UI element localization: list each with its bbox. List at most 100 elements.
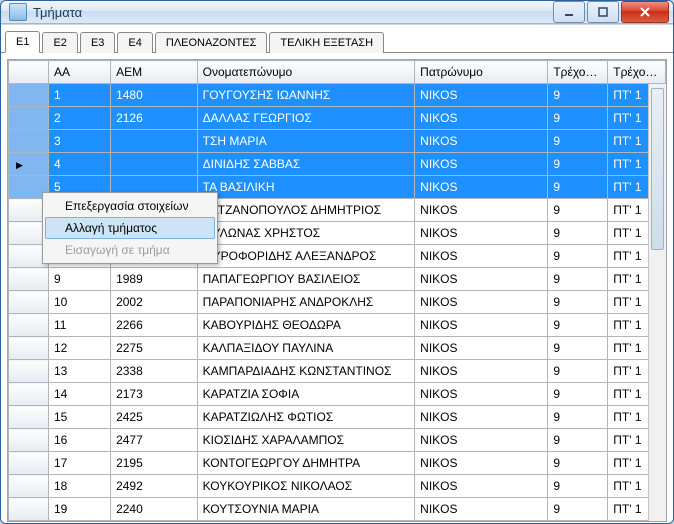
row-header[interactable] <box>9 84 49 107</box>
cell-name[interactable]: ΔΙΝΙΔΗΣ ΣΑΒΒΑΣ <box>197 153 415 176</box>
cell-sem[interactable]: 9 <box>548 498 608 521</box>
cell-patr[interactable]: NIKOS <box>415 475 548 498</box>
tab-Ε4[interactable]: Ε4 <box>117 32 152 53</box>
menu-item[interactable]: Αλλαγή τμήματος <box>45 217 215 239</box>
cell-patr[interactable]: NIKOS <box>415 176 548 199</box>
table-row[interactable]: 172195ΚΟΝΤΟΓΕΩΡΓΟΥ ΔΗΜΗΤΡΑNIKOS9ΠΤ' 1 <box>9 452 666 475</box>
col-semester-label[interactable]: Τρέχον εξάμηνο <box>608 61 666 84</box>
cell-aa[interactable]: 18 <box>48 475 110 498</box>
cell-sem[interactable]: 9 <box>548 360 608 383</box>
cell-name[interactable]: ΚΑΡΑΤΖΙΑ ΣΟΦΙΑ <box>197 383 415 406</box>
cell-patr[interactable]: NIKOS <box>415 360 548 383</box>
table-row[interactable]: 91989ΠΑΠΑΓΕΩΡΓΙΟΥ ΒΑΣΙΛΕΙΟΣNIKOS9ΠΤ' 1 <box>9 268 666 291</box>
table-row[interactable]: 22126ΔΑΛΛΑΣ ΓΕΩΡΓΙΟΣNIKOS9ΠΤ' 1 <box>9 107 666 130</box>
row-header[interactable] <box>9 153 49 176</box>
table-row[interactable]: 3ΤΣΗ ΜΑΡΙΑNIKOS9ΠΤ' 1 <box>9 130 666 153</box>
cell-sem[interactable]: 9 <box>548 222 608 245</box>
cell-aem[interactable] <box>111 153 198 176</box>
maximize-button[interactable] <box>587 1 619 23</box>
cell-name[interactable]: ΜΥΡΟΦΟΡΙΔΗΣ ΑΛΕΞΑΝΔΡΟΣ <box>197 245 415 268</box>
cell-sem[interactable]: 9 <box>548 337 608 360</box>
row-header[interactable] <box>9 337 49 360</box>
col-aem[interactable]: ΑΕΜ <box>111 61 198 84</box>
col-aa[interactable]: ΑΑ <box>48 61 110 84</box>
cell-aem[interactable]: 1480 <box>111 84 198 107</box>
row-header[interactable] <box>9 291 49 314</box>
row-header[interactable] <box>9 406 49 429</box>
cell-patr[interactable]: NIKOS <box>415 452 548 475</box>
cell-patr[interactable]: NIKOS <box>415 337 548 360</box>
cell-patr[interactable]: NIKOS <box>415 84 548 107</box>
row-header[interactable] <box>9 268 49 291</box>
cell-aa[interactable]: 16 <box>48 429 110 452</box>
cell-sem[interactable]: 9 <box>548 383 608 406</box>
data-grid[interactable]: ΑΑ ΑΕΜ Ονοματεπώνυμο Πατρώνυμο Τρέχον εξ… <box>7 59 667 522</box>
cell-name[interactable]: ΚΟΥΚΟΥΡΙΚΟΣ ΝΙΚΟΛΑΟΣ <box>197 475 415 498</box>
cell-patr[interactable]: NIKOS <box>415 245 548 268</box>
tab-ΠΛΕΟΝΑΖΟΝΤΕΣ[interactable]: ΠΛΕΟΝΑΖΟΝΤΕΣ <box>155 32 268 53</box>
cell-name[interactable]: ΚΑΤΖΑΝΟΠΟΥΛΟΣ ΔΗΜΗΤΡΙΟΣ <box>197 199 415 222</box>
cell-aem[interactable] <box>111 130 198 153</box>
minimize-button[interactable] <box>553 1 585 23</box>
row-header[interactable] <box>9 475 49 498</box>
menu-item[interactable]: Επεξεργασία στοιχείων <box>45 195 215 217</box>
row-header[interactable] <box>9 383 49 406</box>
cell-aa[interactable]: 11 <box>48 314 110 337</box>
table-row[interactable]: 112266ΚΑΒΟΥΡΙΔΗΣ ΘΕΟΔΩΡΑNIKOS9ΠΤ' 1 <box>9 314 666 337</box>
cell-patr[interactable]: NIKOS <box>415 429 548 452</box>
row-header[interactable] <box>9 452 49 475</box>
close-button[interactable] <box>621 1 669 23</box>
cell-patr[interactable]: NIKOS <box>415 383 548 406</box>
row-header[interactable] <box>9 429 49 452</box>
cell-name[interactable]: ΓΟΥΓΟΥΣΗΣ ΙΩΑΝΝΗΣ <box>197 84 415 107</box>
table-row[interactable]: 122275ΚΑΛΠΑΞΙΔΟΥ ΠΑΥΛΙΝΑNIKOS9ΠΤ' 1 <box>9 337 666 360</box>
cell-aem[interactable]: 1989 <box>111 268 198 291</box>
cell-sem[interactable]: 9 <box>548 245 608 268</box>
cell-aa[interactable]: 10 <box>48 291 110 314</box>
cell-sem[interactable]: 9 <box>548 406 608 429</box>
cell-sem[interactable]: 9 <box>548 314 608 337</box>
cell-aa[interactable]: 13 <box>48 360 110 383</box>
cell-sem[interactable]: 9 <box>548 475 608 498</box>
cell-sem[interactable]: 9 <box>548 199 608 222</box>
table-row[interactable]: 11480ΓΟΥΓΟΥΣΗΣ ΙΩΑΝΝΗΣNIKOS9ΠΤ' 1 <box>9 84 666 107</box>
cell-name[interactable]: ΜΥΛΩΝΑΣ ΧΡΗΣΤΟΣ <box>197 222 415 245</box>
tab-Ε2[interactable]: Ε2 <box>42 32 77 53</box>
cell-aem[interactable]: 2425 <box>111 406 198 429</box>
cell-aa[interactable]: 3 <box>48 130 110 153</box>
cell-aa[interactable]: 2 <box>48 107 110 130</box>
scrollbar-thumb[interactable] <box>651 88 664 250</box>
cell-name[interactable]: ΤΣΗ ΜΑΡΙΑ <box>197 130 415 153</box>
cell-sem[interactable]: 9 <box>548 153 608 176</box>
cell-aa[interactable]: 15 <box>48 406 110 429</box>
cell-name[interactable]: ΚΑΛΠΑΞΙΔΟΥ ΠΑΥΛΙΝΑ <box>197 337 415 360</box>
titlebar[interactable]: Τμήματα <box>1 1 673 24</box>
cell-aa[interactable]: 12 <box>48 337 110 360</box>
cell-aem[interactable]: 2338 <box>111 360 198 383</box>
table-row[interactable]: 192240ΚΟΥΤΣΟΥΝΙΑ ΜΑΡΙΑNIKOS9ΠΤ' 1 <box>9 498 666 521</box>
cell-patr[interactable]: NIKOS <box>415 268 548 291</box>
cell-name[interactable]: ΚΑΒΟΥΡΙΔΗΣ ΘΕΟΔΩΡΑ <box>197 314 415 337</box>
cell-sem[interactable]: 9 <box>548 268 608 291</box>
cell-name[interactable]: ΤΑ ΒΑΣΙΛΙΚΗ <box>197 176 415 199</box>
cell-patr[interactable]: NIKOS <box>415 498 548 521</box>
table-row[interactable]: 4ΔΙΝΙΔΗΣ ΣΑΒΒΑΣNIKOS9ΠΤ' 1 <box>9 153 666 176</box>
cell-sem[interactable]: 9 <box>548 291 608 314</box>
table-row[interactable]: 182492ΚΟΥΚΟΥΡΙΚΟΣ ΝΙΚΟΛΑΟΣNIKOS9ΠΤ' 1 <box>9 475 666 498</box>
cell-aem[interactable]: 2126 <box>111 107 198 130</box>
cell-aem[interactable]: 2477 <box>111 429 198 452</box>
cell-aa[interactable]: 9 <box>48 268 110 291</box>
cell-patr[interactable]: NIKOS <box>415 107 548 130</box>
cell-name[interactable]: ΚΙΟΣΙΔΗΣ ΧΑΡΑΛΑΜΠΟΣ <box>197 429 415 452</box>
row-header[interactable] <box>9 360 49 383</box>
cell-patr[interactable]: NIKOS <box>415 130 548 153</box>
tab-ΤΕΛΙΚΗ ΕΞΕΤΑΣΗ[interactable]: ΤΕΛΙΚΗ ΕΞΕΤΑΣΗ <box>269 32 384 53</box>
cell-name[interactable]: ΚΑΜΠΑΡΔΙΑΔΗΣ ΚΩΝΣΤΑΝΤΙΝΟΣ <box>197 360 415 383</box>
cell-aa[interactable]: 1 <box>48 84 110 107</box>
table-row[interactable]: 162477ΚΙΟΣΙΔΗΣ ΧΑΡΑΛΑΜΠΟΣNIKOS9ΠΤ' 1 <box>9 429 666 452</box>
cell-aem[interactable]: 2240 <box>111 498 198 521</box>
cell-name[interactable]: ΠΑΡΑΠΟΝΙΑΡΗΣ ΑΝΔΡΟΚΛΗΣ <box>197 291 415 314</box>
cell-patr[interactable]: NIKOS <box>415 222 548 245</box>
cell-aem[interactable]: 2275 <box>111 337 198 360</box>
cell-sem[interactable]: 9 <box>548 84 608 107</box>
